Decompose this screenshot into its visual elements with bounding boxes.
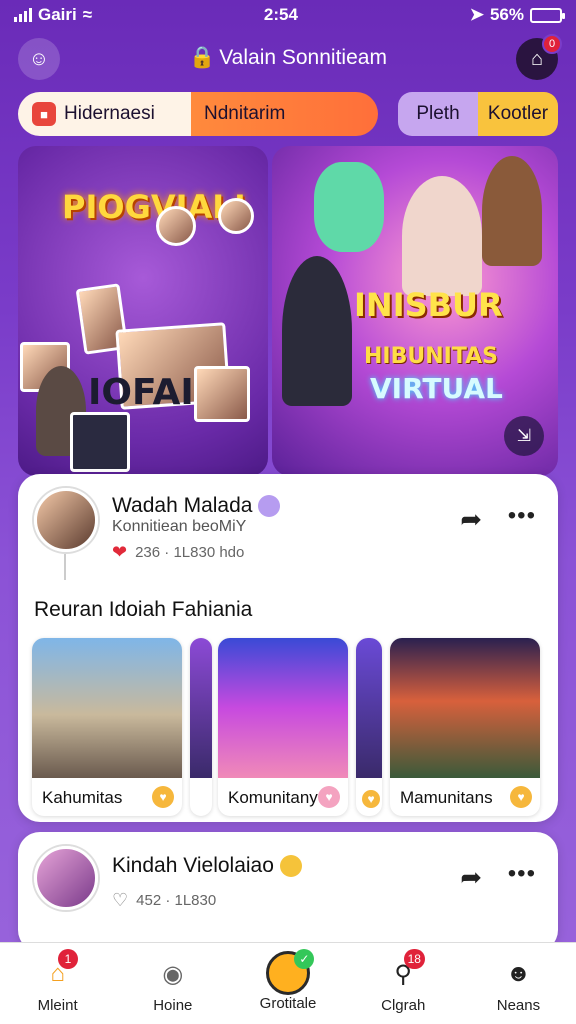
community-card[interactable]: Kahumitas ♥ (32, 638, 182, 816)
community-label: Komunitany (228, 788, 318, 807)
thread-line (64, 554, 66, 580)
location-icon: ➤ (469, 5, 484, 24)
nav-badge: 1 (58, 949, 78, 969)
heart-outline-icon[interactable]: ♡ (112, 890, 128, 911)
emoji-icon (279, 855, 302, 878)
nav-item-mleint[interactable]: ⌂ 1 Mleint (0, 943, 115, 1024)
battery-percent: 56% (489, 5, 524, 24)
toggle-pleth[interactable]: Pleth (398, 92, 478, 136)
expand-icon: ⇲ (516, 426, 532, 445)
check-icon: ✓ (294, 949, 315, 969)
post-stats: ❤ 236 · 1L830 hdo (112, 542, 245, 563)
mascot-figure (314, 162, 384, 252)
notification-badge: 0 (542, 34, 562, 54)
tab-hidernaesi[interactable]: ■ Hidernaesi (32, 92, 192, 136)
more-icon: ••• (507, 860, 536, 887)
photo-thumb (194, 366, 250, 422)
battery-icon (530, 7, 565, 23)
share-button[interactable]: ➦ (460, 862, 482, 893)
app-icon: ■ (32, 102, 56, 126)
post-author[interactable]: Kindah Vielolaiao (112, 854, 302, 878)
nav-item-hoine[interactable]: ◉ Hoine (115, 943, 230, 1024)
community-carousel: Kahumitas ♥ Komunitany ♥ ♥ Mamunitans ♥ (32, 638, 544, 816)
hero-right-line2: HIBUNITAS (364, 344, 498, 369)
post-card: Kindah Vielolaiao ♡ 452 · 1L830 ➦ ••• (18, 832, 558, 952)
photo-thumb (156, 206, 196, 246)
community-card-peek[interactable] (190, 638, 212, 816)
nav-badge: 18 (403, 949, 425, 969)
avatar[interactable] (34, 488, 98, 552)
chat-icon: ◉ (162, 960, 184, 988)
signal-icon (14, 8, 32, 22)
hero-right-title: INISBUR (354, 286, 503, 324)
post-stats: ♡ 452 · 1L830 (112, 890, 217, 911)
bottom-nav: ⌂ 1 Mleint ◉ Hoine ✓ Grotitale ⚲ 18 Clgr… (0, 942, 576, 1024)
heart-icon: ♥ (362, 790, 380, 808)
share-icon: ➦ (460, 504, 482, 534)
heart-icon: ♥ (152, 786, 174, 808)
heart-icon: ♥ (510, 786, 532, 808)
page-title: 🔒 Valain Sonnitieam (189, 46, 387, 69)
more-icon: ••• (507, 502, 536, 529)
person-figure (282, 256, 352, 406)
post-author[interactable]: Wadah Malada (112, 494, 281, 518)
heart-icon: ♥ (318, 786, 340, 808)
community-image (32, 638, 182, 778)
house-icon: ⌂ (530, 47, 544, 70)
community-image (390, 638, 540, 778)
photo-thumb (218, 198, 254, 234)
community-card-peek[interactable]: ♥ (356, 638, 382, 816)
tab-ndnitarim[interactable]: Ndnitarim (204, 92, 374, 136)
community-label: Kahumitas (42, 788, 123, 807)
hero-banner: PIOGVIAL! IOFAI INISBUR HIBUNITAS VIRTUA… (18, 146, 558, 476)
segment-control: ■ Hidernaesi Ndnitarim (18, 92, 378, 136)
expand-button[interactable]: ⇲ (504, 416, 544, 456)
community-image (218, 638, 348, 778)
section-title: Reuran Idoiah Fahiania (34, 598, 253, 621)
share-button[interactable]: ➦ (460, 504, 482, 535)
community-card[interactable]: Komunitany ♥ (218, 638, 348, 816)
toggle-control: Pleth Kootler (398, 92, 558, 136)
tablet-screen (70, 412, 130, 472)
toggle-kootler[interactable]: Kootler (478, 92, 558, 136)
share-icon: ➦ (460, 862, 482, 892)
top-bar: ☺ 🔒 Valain Sonnitieam ⌂ 0 (0, 34, 576, 82)
community-image (190, 638, 212, 778)
post-subtitle: Konnitiean beoMiY (112, 518, 247, 535)
nav-item-clgrah[interactable]: ⚲ 18 Clgrah (346, 943, 461, 1024)
hero-right-line3: VIRTUAL (370, 372, 503, 405)
community-label: Mamunitans (400, 788, 493, 807)
notifications-button[interactable]: ⌂ 0 (516, 34, 562, 80)
wifi-icon: ≈ (82, 5, 93, 24)
person-figure (402, 176, 482, 296)
hero-right-card[interactable]: INISBUR HIBUNITAS VIRTUAL ⇲ (272, 146, 558, 476)
nav-item-grotitale[interactable]: ✓ Grotitale (230, 943, 345, 1024)
heart-icon[interactable]: ❤ (112, 542, 127, 563)
more-button[interactable]: ••• (508, 502, 536, 530)
hero-left-subtitle: IOFAI (88, 372, 194, 413)
avatar[interactable] (34, 846, 98, 910)
emoji-icon (258, 495, 281, 518)
post-card: Wadah Malada Konnitiean beoMiY ❤ 236 · 1… (18, 474, 558, 822)
clock: 2:54 (263, 5, 298, 24)
lock-icon: 🔒 (189, 46, 216, 69)
more-button[interactable]: ••• (508, 860, 536, 888)
community-card[interactable]: Mamunitans ♥ (390, 638, 540, 816)
tabs-row: ■ Hidernaesi Ndnitarim Pleth Kootler (18, 92, 558, 136)
community-image (356, 638, 382, 778)
hero-left-card[interactable]: PIOGVIAL! IOFAI (18, 146, 268, 476)
status-bar: Gairi ≈ 2:54 ➤ 56% (0, 0, 576, 30)
person-figure (482, 156, 542, 266)
user-icon: ☻ (505, 960, 532, 987)
nav-item-neans[interactable]: ☻ Neans (461, 943, 576, 1024)
carrier-name: Gairi (38, 5, 77, 24)
